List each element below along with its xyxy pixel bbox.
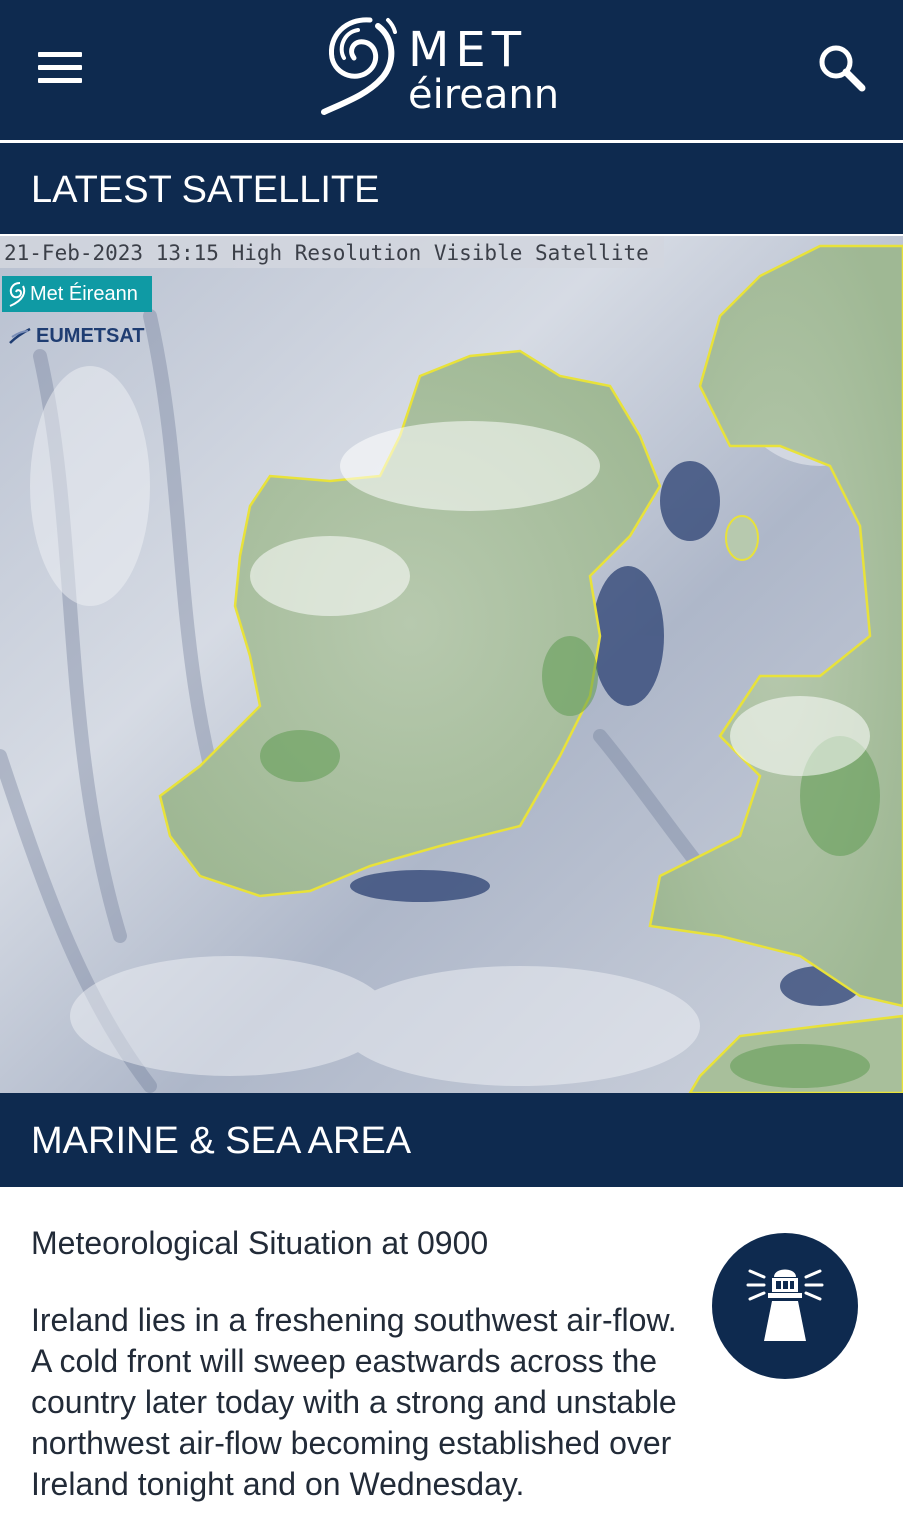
met-eireann-badge: Met Éireann	[2, 276, 152, 312]
situation-text: Ireland lies in a freshening southwest a…	[31, 1302, 677, 1502]
app-bar: MET éireann	[0, 0, 903, 140]
eumetsat-badge: EUMETSAT	[6, 322, 156, 350]
search-button[interactable]	[814, 40, 870, 96]
satellite-map	[0, 236, 903, 1093]
marine-forecast-button[interactable]	[712, 1233, 858, 1379]
hamburger-menu-icon	[38, 52, 82, 57]
eumetsat-badge-label: EUMETSAT	[36, 325, 145, 347]
swirl-logo-icon	[321, 17, 397, 115]
met-eireann-logo[interactable]: MET éireann	[318, 12, 588, 122]
section-title-latest-satellite: LATEST SATELLITE	[0, 143, 903, 234]
section-title-marine-sea-area: MARINE & SEA AREA	[0, 1093, 903, 1187]
swirl-logo-icon	[9, 282, 26, 307]
search-icon	[819, 45, 866, 92]
satellite-caption: 21-Feb-2023 13:15 High Resolution Visibl…	[0, 236, 664, 268]
eumetsat-logo-icon	[9, 327, 31, 344]
met-eireann-badge-label: Met Éireann	[30, 283, 138, 305]
situation-title: Meteorological Situation at 0900	[31, 1225, 489, 1261]
satellite-image[interactable]: 21-Feb-2023 13:15 High Resolution Visibl…	[0, 236, 903, 1093]
logo-met-text: MET	[408, 22, 528, 78]
menu-button[interactable]	[30, 44, 90, 92]
logo-eireann-text: éireann	[408, 72, 560, 118]
lighthouse-icon	[746, 1269, 824, 1341]
